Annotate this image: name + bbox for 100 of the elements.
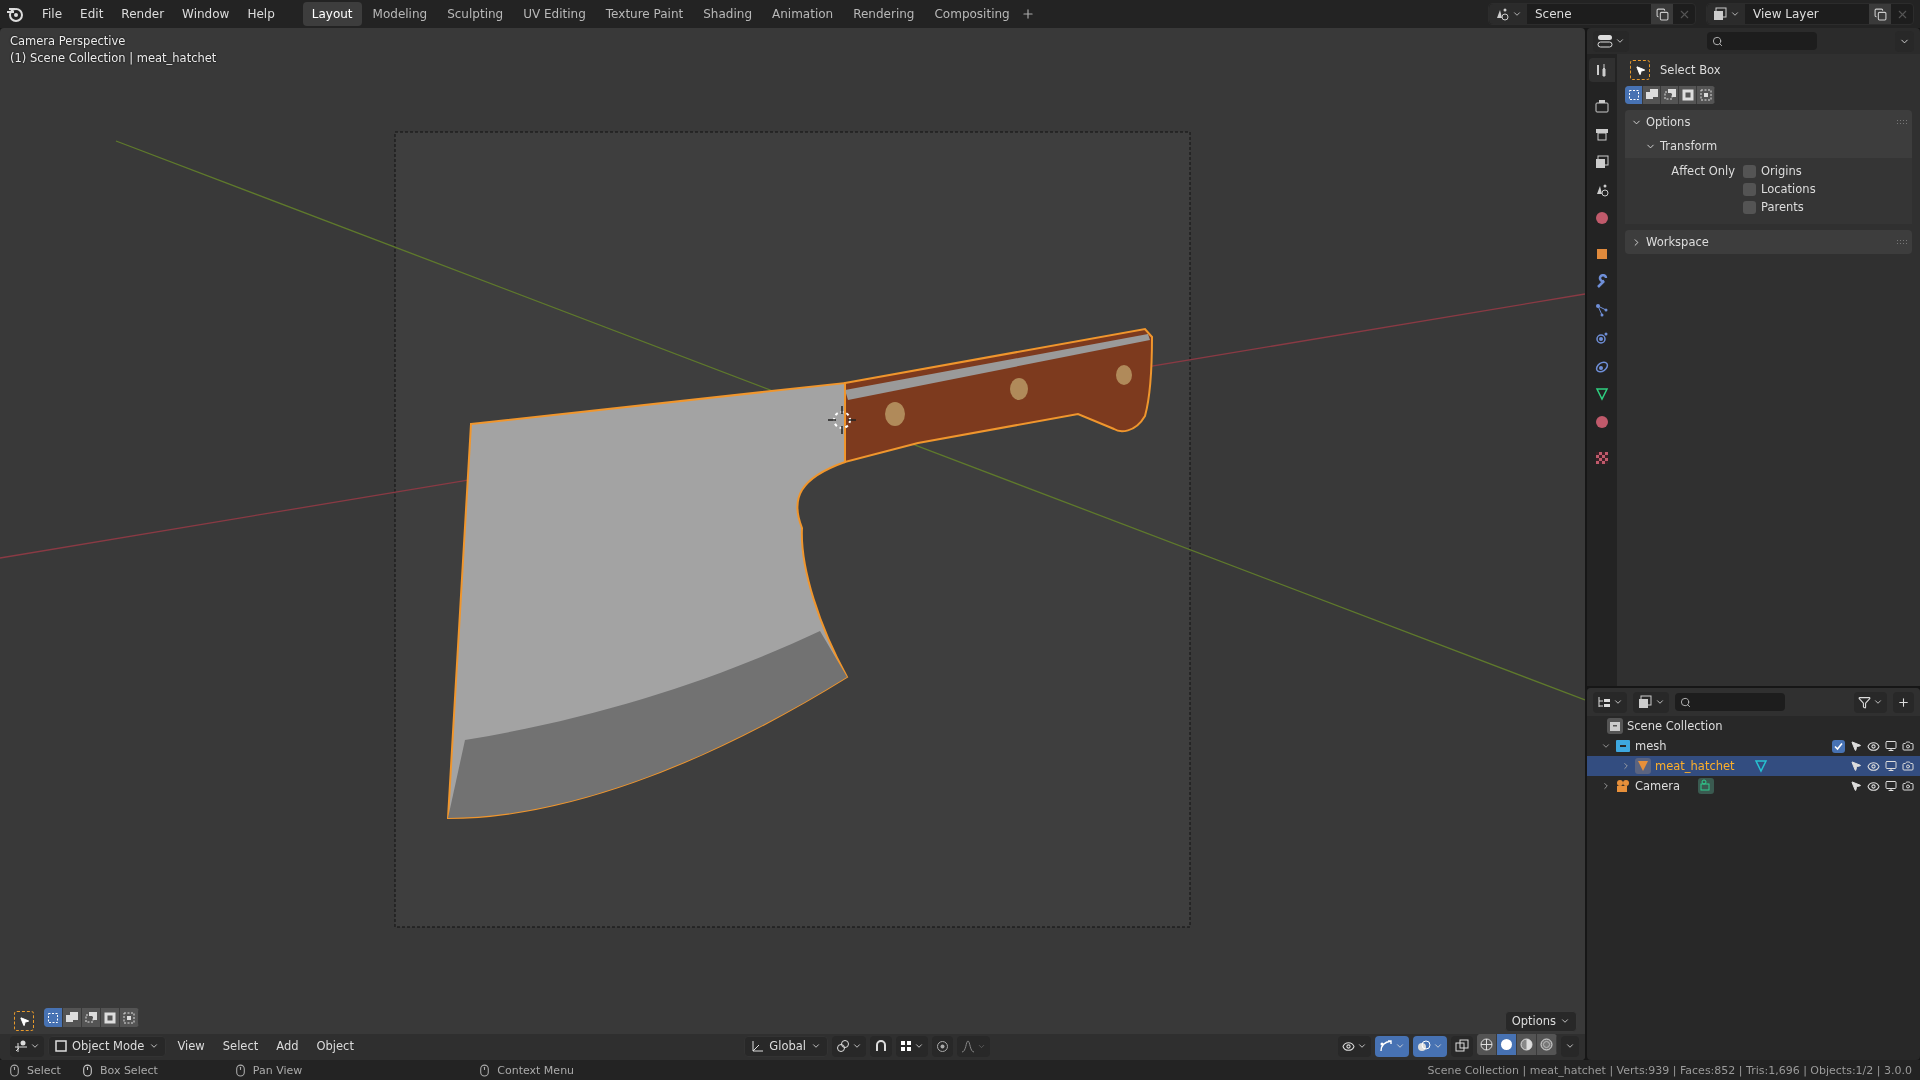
subpanel-header[interactable]: Transform <box>1625 134 1912 158</box>
selectable-icon[interactable] <box>1850 780 1862 792</box>
monitor-icon[interactable] <box>1885 740 1897 752</box>
selectable-icon[interactable] <box>1850 740 1862 752</box>
menu-item[interactable]: File <box>34 4 71 24</box>
new-scene-button[interactable] <box>1651 4 1673 24</box>
app-logo-icon[interactable] <box>6 5 24 23</box>
copy-icon <box>1655 7 1669 21</box>
viewport-menu-item[interactable]: Object <box>309 1037 361 1055</box>
select-mode-button[interactable] <box>82 1008 101 1027</box>
3d-cursor-icon[interactable] <box>827 405 857 435</box>
search-field[interactable] <box>1675 693 1785 711</box>
monitor-icon[interactable] <box>1885 760 1897 772</box>
orientation-dropdown[interactable]: Global <box>744 1035 828 1057</box>
panel-header[interactable]: Options <box>1625 110 1912 134</box>
workspace-tab[interactable]: UV Editing <box>514 2 595 26</box>
falloff-dropdown[interactable] <box>957 1035 990 1057</box>
xray-toggle[interactable] <box>1451 1035 1473 1057</box>
select-tool-button[interactable] <box>14 1011 34 1031</box>
filter-dropdown[interactable] <box>1854 691 1887 713</box>
select-mode-button[interactable] <box>1625 86 1643 104</box>
outliner-row[interactable]: meat_hatchet <box>1587 756 1920 776</box>
hatchet-drawing[interactable] <box>447 328 1153 819</box>
panel-header[interactable]: Workspace <box>1625 230 1912 254</box>
add-workspace-icon[interactable] <box>1020 7 1035 21</box>
editor-type-button[interactable] <box>1593 691 1627 713</box>
material-shading-button[interactable] <box>1517 1034 1537 1055</box>
workspace-tab[interactable]: Sculpting <box>438 2 513 26</box>
status-hint: Context Menu <box>497 1063 575 1077</box>
options-dropdown[interactable]: Options <box>1504 1010 1577 1032</box>
axes-icon <box>14 1039 28 1053</box>
search-field[interactable] <box>1707 32 1817 50</box>
monitor-icon[interactable] <box>1885 780 1897 792</box>
camera-icon[interactable] <box>1902 740 1914 752</box>
camera-icon[interactable] <box>1902 760 1914 772</box>
properties-tab[interactable] <box>1589 58 1615 82</box>
3d-viewport[interactable]: Camera Perspective (1) Scene Collection | meat_hatchet Options Object Mode View Select Add Object Global <box>0 28 1585 1060</box>
outliner-row[interactable]: mesh <box>1587 736 1920 756</box>
viewport-menu-item[interactable]: Add <box>269 1037 306 1055</box>
select-extend-icon <box>1644 88 1659 102</box>
wireframe-shading-button[interactable] <box>1477 1034 1497 1055</box>
eye-icon[interactable] <box>1867 739 1880 753</box>
snap-target-dropdown[interactable] <box>896 1035 928 1057</box>
menu-item[interactable]: Help <box>239 4 283 24</box>
select-mode-button[interactable] <box>120 1008 139 1027</box>
new-collection-button[interactable] <box>1893 691 1914 713</box>
select-mode-button[interactable] <box>63 1008 82 1027</box>
view-layer-browse-button[interactable] <box>1707 4 1745 24</box>
select-mode-button[interactable] <box>44 1008 63 1027</box>
disclosure-arrow[interactable] <box>1601 741 1611 751</box>
proportional-edit-toggle[interactable] <box>932 1035 953 1057</box>
camera-data-icon[interactable] <box>1698 778 1715 794</box>
menu-item[interactable]: Window <box>174 4 238 24</box>
workspace-tab[interactable]: Rendering <box>844 2 924 26</box>
editor-type-button[interactable] <box>10 1035 44 1057</box>
scene-name[interactable]: Scene <box>1527 7 1651 21</box>
select-mode-button[interactable] <box>1697 86 1715 104</box>
checkbox[interactable]: Locations <box>1743 182 1816 196</box>
checkbox[interactable]: Origins <box>1743 164 1802 178</box>
new-view-layer-button[interactable] <box>1869 4 1891 24</box>
mesh-data-icon[interactable] <box>1752 758 1769 774</box>
view-layer-name[interactable]: View Layer <box>1745 7 1869 21</box>
select-mode-button[interactable] <box>101 1008 120 1027</box>
workspace-tab[interactable]: Animation <box>763 2 843 26</box>
workspace-tab[interactable]: Shading <box>694 2 761 26</box>
rendered-shading-button[interactable] <box>1537 1034 1557 1055</box>
workspace-tab[interactable]: Modeling <box>363 2 437 26</box>
workspace-tab[interactable]: Texture Paint <box>596 2 693 26</box>
pivot-dropdown[interactable] <box>832 1035 866 1057</box>
scene-selector[interactable]: Scene <box>1488 3 1696 25</box>
workspace-tab[interactable]: Layout <box>302 2 362 26</box>
menu-item[interactable]: Render <box>113 4 173 24</box>
outliner-row[interactable]: Scene Collection <box>1587 716 1920 736</box>
chevron-down-icon <box>1613 697 1623 707</box>
select-mode-button[interactable] <box>1661 86 1679 104</box>
gizmo-toggle[interactable] <box>1375 1035 1409 1057</box>
checkbox[interactable]: Parents <box>1743 200 1804 214</box>
output-tab-icon <box>1594 126 1610 142</box>
eye-icon[interactable] <box>1867 759 1880 773</box>
snap-toggle[interactable] <box>870 1035 892 1057</box>
mouse-right-icon <box>478 1063 492 1077</box>
visibility-toggle[interactable] <box>1338 1035 1371 1057</box>
include-checkbox[interactable] <box>1832 739 1845 753</box>
select-mode-button[interactable] <box>1643 86 1661 104</box>
menu-item[interactable]: Edit <box>72 4 112 24</box>
viewport-menu-item[interactable]: Select <box>215 1037 266 1055</box>
workspace-tab[interactable]: Compositing <box>925 2 1019 26</box>
disclosure-arrow[interactable] <box>1601 781 1611 791</box>
eye-icon[interactable] <box>1867 779 1880 793</box>
select-mode-button[interactable] <box>1679 86 1697 104</box>
display-mode-dropdown[interactable] <box>1633 691 1669 713</box>
mode-dropdown[interactable]: Object Mode <box>48 1035 167 1057</box>
viewport-menu-item[interactable]: View <box>170 1037 212 1055</box>
selectable-icon[interactable] <box>1850 760 1862 772</box>
camera-icon[interactable] <box>1902 780 1914 792</box>
solid-shading-button[interactable] <box>1497 1034 1517 1055</box>
outliner-row[interactable]: Camera <box>1587 776 1920 796</box>
scene-browse-button[interactable] <box>1489 4 1527 24</box>
overlay-toggle[interactable] <box>1413 1035 1447 1057</box>
view-layer-selector[interactable]: View Layer <box>1706 3 1914 25</box>
